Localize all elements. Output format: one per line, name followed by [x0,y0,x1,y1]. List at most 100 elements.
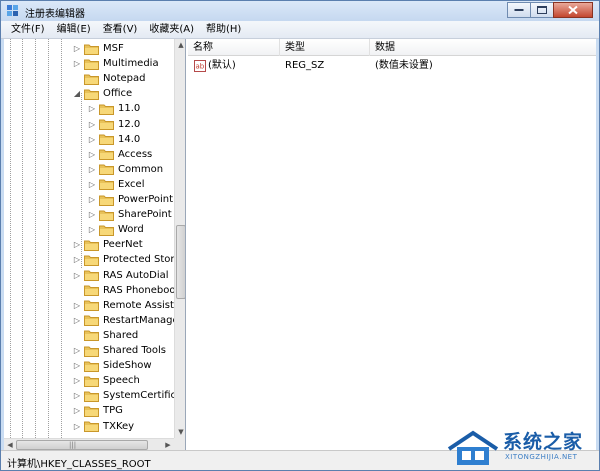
expand-arrow-icon[interactable]: ▷ [87,147,97,162]
scroll-right-arrow-icon[interactable]: ▶ [162,439,174,450]
close-button[interactable] [553,2,593,18]
collapse-arrow-icon[interactable]: ◢ [72,86,82,101]
tree-node-label: TXKey [103,420,135,432]
folder-icon [99,104,114,115]
value-row[interactable]: ab (默认) REG_SZ (数值未设置) [188,58,596,74]
menu-edit[interactable]: 编辑(E) [51,21,97,39]
tree-node-label: Access [118,148,153,160]
expand-arrow-icon[interactable]: ▷ [72,268,82,283]
tree-node[interactable]: ▷ Common [87,162,163,177]
expand-arrow-icon[interactable]: ▷ [72,358,82,373]
expand-arrow-icon[interactable]: ▷ [72,298,82,313]
tree-horizontal-scrollbar[interactable]: ◀ ||| ▶ [4,438,174,450]
tree-node[interactable]: ▷ MSF [72,41,124,56]
expand-arrow-icon[interactable]: ▷ [72,373,82,388]
tree-node-label: SystemCertificate [103,390,174,402]
folder-icon [84,89,99,100]
menu-view[interactable]: 查看(V) [97,21,144,39]
tree-node[interactable]: ▷ Word [87,222,144,237]
expand-arrow-icon[interactable]: ▷ [72,41,82,56]
expand-arrow-icon[interactable]: ▷ [72,403,82,418]
tree-node[interactable]: ▷ SideShow [72,358,152,373]
tree-node-label: Common [118,163,164,175]
tree-node[interactable]: ▷ Protected Storag [72,252,174,267]
folder-icon [99,210,114,221]
expand-arrow-icon[interactable]: ▷ [87,117,97,132]
watermark-title: 系统之家 [503,431,584,453]
minimize-button[interactable] [507,2,531,18]
expand-arrow-icon[interactable]: ▷ [72,56,82,71]
expand-arrow-icon[interactable]: ▷ [87,132,97,147]
column-header-data[interactable]: 数据 [370,39,596,56]
column-header-type[interactable]: 类型 [280,39,370,56]
folder-icon [84,59,99,70]
folder-icon [99,225,114,236]
folder-icon [84,240,99,251]
tree-node[interactable]: ▷ Shared Tools [72,343,166,358]
tree-node-label: Multimedia [103,58,159,70]
expand-arrow-icon[interactable]: ▷ [87,162,97,177]
expand-arrow-icon[interactable]: ▷ [72,419,82,434]
expand-arrow-icon [72,283,82,298]
folder-icon [99,149,114,161]
horizontal-scroll-thumb[interactable]: ||| [16,440,148,450]
tree-node[interactable]: ◢ Office [72,86,132,101]
expand-arrow-icon[interactable]: ▷ [87,177,97,192]
tree-node-label: Word [118,224,144,236]
expand-arrow-icon[interactable]: ▷ [72,252,82,267]
tree-guide-line [35,39,36,438]
tree-node[interactable]: ▷ 14.0 [87,132,140,147]
tree-node[interactable]: ▷ Multimedia [72,56,159,71]
tree-node[interactable]: ▷ Excel [87,177,145,192]
tree-node-label: Excel [118,178,145,190]
title-bar: 注册表编辑器 [1,1,599,21]
column-header-name[interactable]: 名称 [188,39,280,56]
tree-node[interactable]: ▷ TPG [72,403,123,418]
folder-icon [84,300,99,312]
tree-node[interactable]: ▷ TXKey [72,419,134,434]
expand-arrow-icon[interactable]: ▷ [72,388,82,403]
tree-node[interactable]: ▷ Remote Assistan [72,298,174,313]
tree-node[interactable]: ▷ RAS AutoDial [72,268,169,283]
tree-node-label: RAS Phonebook [103,284,174,296]
house-logo-icon [447,430,499,465]
tree-node[interactable]: ▷ 12.0 [87,117,140,132]
folder-icon [84,44,99,55]
folder-icon [84,330,99,342]
expand-arrow-icon[interactable]: ▷ [72,343,82,358]
tree-vertical-scrollbar[interactable]: ▲ ▼ [174,39,185,438]
minimize-icon [514,9,524,11]
expand-arrow-icon[interactable]: ▷ [87,207,97,222]
menu-help[interactable]: 帮助(H) [200,21,247,39]
expand-arrow-icon[interactable]: ▷ [87,192,97,207]
tree-guide-line [48,39,49,438]
menu-file[interactable]: 文件(F) [5,21,51,39]
tree-node-label: Office [103,88,133,100]
tree-node[interactable]: ▷ Speech [72,373,140,388]
menu-favorites[interactable]: 收藏夹(A) [143,21,200,39]
expand-arrow-icon[interactable]: ▷ [87,222,97,237]
tree-node[interactable]: ▷ SharePoint D [87,207,174,222]
close-icon [568,5,578,15]
folder-icon [84,346,99,357]
folder-icon [84,285,99,297]
tree-node[interactable]: ▷ Access [87,147,152,162]
scroll-down-arrow-icon[interactable]: ▼ [175,426,185,438]
tree-node-label: TPG [103,405,123,417]
tree-node[interactable]: Shared [72,328,138,343]
tree-node[interactable]: Notepad [72,71,146,86]
tree-node[interactable]: ▷ 11.0 [87,101,140,116]
expand-arrow-icon[interactable]: ▷ [72,313,82,328]
tree-node[interactable]: ▷ PowerPoint [87,192,173,207]
tree-node[interactable]: ▷ RestartManager [72,313,174,328]
vertical-scroll-thumb[interactable] [176,225,185,299]
expand-arrow-icon[interactable]: ▷ [72,237,82,252]
tree-node[interactable]: RAS Phonebook [72,283,174,298]
tree-node[interactable]: ▷ SystemCertificate [72,388,174,403]
maximize-button[interactable] [530,2,554,18]
expand-arrow-icon[interactable]: ▷ [87,101,97,116]
scroll-left-arrow-icon[interactable]: ◀ [4,439,16,450]
tree-node-label: RestartManager [103,314,174,326]
scroll-up-arrow-icon[interactable]: ▲ [175,39,185,51]
tree-node[interactable]: ▷ PeerNet [72,237,143,252]
